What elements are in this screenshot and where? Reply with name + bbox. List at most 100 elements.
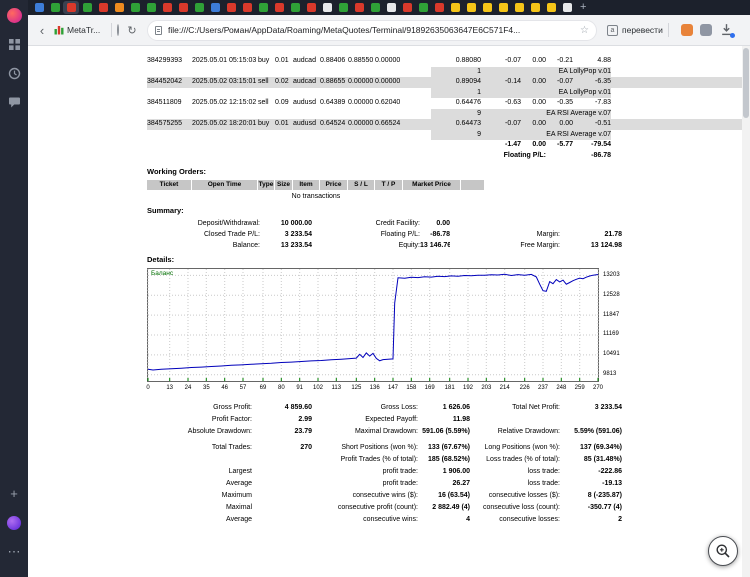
browser-tab[interactable] — [351, 1, 367, 14]
extension-icon[interactable] — [699, 24, 712, 36]
stat-label: Gross Profit: — [213, 404, 252, 411]
translate-button[interactable]: а перевести — [607, 20, 663, 40]
stat-value: 21.78 — [604, 231, 622, 238]
totals-value: -79.54 — [591, 141, 611, 148]
sidebar-messenger-button[interactable] — [4, 92, 24, 112]
browser-tab[interactable] — [223, 1, 239, 14]
browser-tab[interactable] — [319, 1, 335, 14]
active-tab-chip[interactable]: MetaTr... — [54, 20, 106, 40]
browser-tab[interactable] — [31, 1, 47, 14]
browser-tab[interactable] — [79, 1, 95, 14]
browser-tab[interactable] — [367, 1, 383, 14]
browser-tab[interactable] — [383, 1, 399, 14]
trade-magic: 1 — [431, 66, 481, 77]
browser-tab[interactable] — [287, 1, 303, 14]
grid-icon — [8, 38, 20, 50]
stat-label: consecutive losses ($): — [488, 492, 560, 499]
table-cell — [403, 77, 431, 88]
browser-tab[interactable] — [399, 1, 415, 14]
browser-tab[interactable] — [543, 1, 559, 14]
browser-tab[interactable] — [63, 1, 79, 14]
tab-favicon — [290, 3, 300, 12]
extension-icon[interactable] — [680, 24, 693, 36]
browser-tab[interactable] — [95, 1, 111, 14]
browser-tab[interactable] — [335, 1, 351, 14]
sidebar-grid-button[interactable] — [4, 34, 24, 54]
table-cell: 0.00 — [532, 57, 546, 64]
table-cell: 0.00000 — [348, 120, 374, 127]
trade-comment: EA RSI Average v.07 — [481, 108, 611, 119]
address-bar[interactable]: file:///C:/Users/Роман/AppData/Roaming/M… — [147, 19, 597, 41]
stat-label: Total Trades: — [211, 444, 252, 451]
chart-x-label: 69 — [259, 385, 267, 391]
browser-tab[interactable] — [127, 1, 143, 14]
alice-button[interactable] — [4, 5, 24, 25]
trade-comment-row: 9 EA RSI Average v.07 — [147, 129, 742, 140]
sidebar-menu-button[interactable]: ⋯ — [4, 542, 24, 562]
browser-tab[interactable] — [463, 1, 479, 14]
table-cell: 2025.05.02 18:20:01 — [192, 120, 257, 127]
table-cell — [147, 151, 431, 162]
browser-tab[interactable] — [207, 1, 223, 14]
totals-value: -5.77 — [557, 141, 573, 148]
browser-tab[interactable] — [447, 1, 463, 14]
table-cell: -0.07 — [505, 120, 521, 127]
stat-label — [470, 414, 560, 426]
browser-tab[interactable] — [47, 1, 63, 14]
stat-value: 16 (63.54) — [438, 492, 470, 499]
more-dots-icon: ⋯ — [7, 544, 21, 559]
wo-header-cell: Type — [258, 180, 275, 190]
stat-value: 4 — [466, 516, 470, 523]
browser-tab[interactable] — [111, 1, 127, 14]
back-button[interactable]: ‹ — [36, 23, 48, 38]
scrollbar-thumb[interactable] — [743, 48, 749, 118]
stat-value — [252, 514, 312, 526]
active-tab-title: MetaTr... — [67, 25, 101, 35]
browser-tab[interactable] — [431, 1, 447, 14]
browser-tab[interactable] — [559, 1, 575, 14]
chart-x-label: 24 — [184, 385, 192, 391]
sidebar-history-button[interactable] — [4, 63, 24, 83]
browser-tab[interactable] — [239, 1, 255, 14]
refresh-button[interactable]: ↻ — [125, 24, 139, 37]
tab-favicon — [82, 3, 92, 12]
table-cell: -0.14 — [505, 78, 521, 85]
sidebar-add-button[interactable]: + — [4, 484, 24, 504]
tab-favicon — [354, 3, 364, 12]
toolbar-divider — [667, 23, 669, 37]
browser-tab[interactable] — [271, 1, 287, 14]
page-scrollbar[interactable] — [742, 46, 750, 577]
spaces-button[interactable] — [4, 513, 24, 533]
browser-tab[interactable] — [255, 1, 271, 14]
browser-tab[interactable] — [511, 1, 527, 14]
table-cell: 384575255 — [147, 120, 183, 127]
browser-tab[interactable] — [303, 1, 319, 14]
browser-tab[interactable] — [159, 1, 175, 14]
table-cell: 0.88550 — [348, 57, 374, 64]
downloads-button[interactable] — [720, 23, 735, 38]
trading-report: 384299393 2025.05.01 05:15:03 buy 0.01 audca… — [28, 46, 742, 526]
bookmark-star-icon[interactable]: ☆ — [580, 25, 589, 36]
plus-icon: + — [10, 486, 18, 501]
stat-value — [252, 502, 312, 514]
browser-tab[interactable] — [191, 1, 207, 14]
trade-row: 384575255 2025.05.02 18:20:01 buy 0.01 audus… — [147, 119, 742, 130]
floating-pl-value: -86.78 — [591, 151, 611, 159]
browser-tab[interactable] — [415, 1, 431, 14]
zoom-button[interactable] — [708, 536, 738, 566]
history-clock-icon — [8, 67, 20, 79]
chart-x-label: 113 — [331, 385, 342, 391]
browser-tab[interactable] — [495, 1, 511, 14]
protect-button[interactable] — [117, 24, 119, 36]
browser-tab[interactable] — [175, 1, 191, 14]
tab-favicon — [482, 3, 492, 12]
browser-tab[interactable] — [479, 1, 495, 14]
wo-header-cell: Ticket — [147, 180, 192, 190]
stat-value: 11.98 — [452, 416, 470, 423]
stat-value: -86.78 — [430, 231, 450, 238]
new-tab-button[interactable]: + — [580, 1, 586, 14]
browser-tab[interactable] — [143, 1, 159, 14]
working-orders-title: Working Orders: — [147, 167, 207, 176]
stat-value: 3 233.54 — [284, 231, 312, 238]
browser-tab[interactable] — [527, 1, 543, 14]
